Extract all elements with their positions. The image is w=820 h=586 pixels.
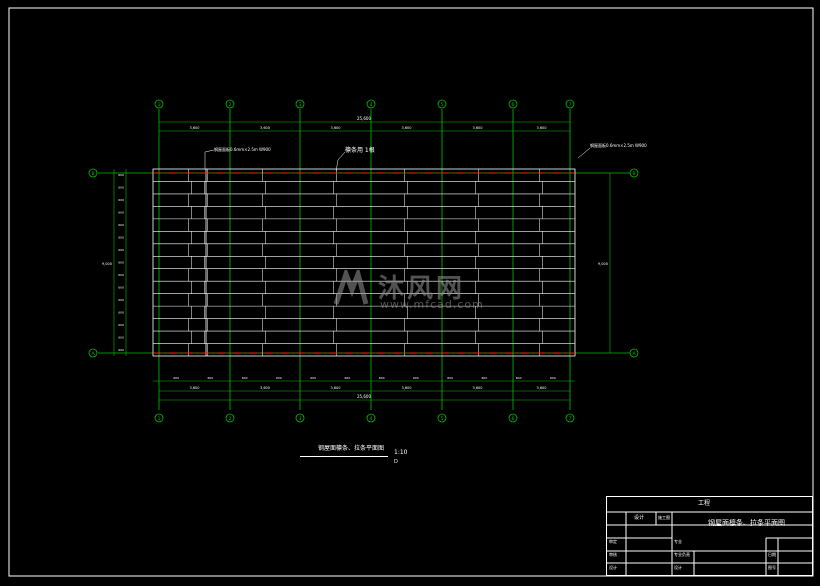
dim-text-bottom-sub: 3,600 (401, 386, 411, 390)
grid-number-top: 2 (229, 102, 232, 108)
dim-text-bottom-sub: 3,600 (472, 386, 482, 390)
tb-sheet-label: 图号 (768, 565, 776, 570)
dim-text-top-seg: 3,600 (189, 126, 199, 130)
grid-number-top: 3 (299, 102, 302, 108)
dim-text-left-span: 9,000 (102, 262, 112, 266)
dim-text-right-span: 9,000 (598, 262, 608, 266)
grid-number-bottom: 2 (229, 416, 232, 422)
plan-sub: D (394, 459, 398, 465)
dim-text-left-row: 600 (118, 323, 124, 327)
dim-text-left-row: 600 (118, 186, 124, 190)
tb-design-org: 设计 (634, 515, 645, 521)
annotation-right: 钢屋面板0.6mm×2.5m W900 (590, 143, 647, 148)
annotation-center: 檩条用 1根 (345, 147, 375, 154)
tb-row-1-right: 专业 (674, 539, 682, 544)
tb-phase: 施工图 (658, 515, 670, 520)
dim-text-left-row: 600 (118, 348, 124, 352)
title-block: 工程 设计 施工图 钢屋面檩条、拉条平面图 审定 专业 审核 专业负责 设计 设… (606, 496, 813, 576)
dim-text-left-row: 600 (118, 198, 124, 202)
dim-text-left-row: 600 (118, 173, 124, 177)
dim-text-left-row: 600 (118, 236, 124, 240)
cad-drawing: 11223344556677B BA A 25,6003,600 3,600 3,600… (8, 7, 814, 577)
plan-scale: 1:10 (394, 449, 408, 456)
grid-number-bottom: 5 (441, 416, 444, 422)
dim-text-left-row: 600 (118, 223, 124, 227)
tb-row-3-left: 设计 (609, 565, 617, 570)
dim-text-bottom-sub: 3,600 (189, 386, 199, 390)
dim-text-bottom-fine: 600 (242, 376, 248, 380)
grid-number-bottom: 1 (158, 416, 161, 422)
tb-row-2-right: 专业负责 (674, 552, 690, 557)
grid-number-bottom: 3 (299, 416, 302, 422)
plan-title-underline (300, 456, 388, 457)
grid-number-bottom: 6 (512, 416, 515, 422)
grid-number-top: 7 (569, 102, 572, 108)
leader-center (337, 151, 346, 161)
dim-text-top-seg: 3,600 (401, 126, 411, 130)
tb-row-1-left: 审定 (609, 539, 617, 544)
dim-text-top-seg: 3,600 (330, 126, 340, 130)
dim-text-bottom-fine: 600 (276, 376, 282, 380)
roof-outline (152, 168, 576, 357)
dim-text-left-row: 600 (118, 298, 124, 302)
plan-title: 钢屋面檩条、拉条平面图 (318, 445, 385, 452)
dim-text-bottom-fine: 600 (379, 376, 385, 380)
dim-text-bottom-fine: 600 (345, 376, 351, 380)
dim-text-bottom-sub: 3,600 (260, 386, 270, 390)
dim-text-bottom-fine: 600 (516, 376, 522, 380)
grid-row-label-left: B (91, 171, 94, 177)
grid-row-label-right: B (632, 171, 635, 177)
dim-text-bottom-sub: 3,600 (330, 386, 340, 390)
grid-number-top: 6 (512, 102, 515, 108)
grid-number-top: 4 (370, 102, 373, 108)
dim-text-bottom-fine: 600 (413, 376, 419, 380)
leader-left (204, 149, 215, 153)
dim-text-left-row: 600 (118, 335, 124, 339)
dim-text-left-row: 600 (118, 211, 124, 215)
dim-text-bottom-fine: 600 (208, 376, 214, 380)
roof-plan (152, 168, 576, 357)
tb-row-2-left: 审核 (609, 552, 617, 557)
grid-number-top: 1 (158, 102, 161, 108)
dim-text-bottom-fine: 600 (482, 376, 488, 380)
dim-text-top-total: 25,600 (357, 116, 371, 121)
dim-text-left-row: 600 (118, 261, 124, 265)
dim-text-bottom-fine: 600 (310, 376, 316, 380)
title-block-lines (606, 496, 813, 576)
dim-text-bottom-sub: 3,600 (536, 386, 546, 390)
dim-text-bottom-fine: 600 (550, 376, 556, 380)
tb-date-label: 日期 (768, 552, 776, 557)
tb-drawing-name: 钢屋面檩条、拉条平面图 (708, 519, 785, 527)
dim-text-bottom-fine: 600 (447, 376, 453, 380)
grid-number-bottom: 4 (370, 416, 373, 422)
grid-number-top: 5 (441, 102, 444, 108)
tb-header: 工程 (698, 500, 711, 507)
dim-text-bottom-fine: 600 (173, 376, 179, 380)
leader-right (577, 147, 591, 159)
cad-viewport: 11223344556677BBAA 25,600 3,600 3,600 3,600… (0, 0, 820, 582)
dim-text-left-row: 600 (118, 248, 124, 252)
annotation-left: 钢屋面板0.6mm×2.5m W900 (214, 147, 271, 152)
dim-text-top-seg: 3,600 (536, 126, 546, 130)
dim-text-left-row: 600 (118, 310, 124, 314)
dim-text-left-row: 600 (118, 273, 124, 277)
dim-text-left-row: 600 (118, 285, 124, 289)
dimension-layer: 25,600 3,600 3,600 3,600 3,600 3,600 3,600 600 6… (102, 116, 611, 401)
grid-number-bottom: 7 (569, 416, 572, 422)
tb-row-3-right: 设计 (674, 565, 682, 570)
dim-text-bottom-total: 25,600 (357, 394, 371, 399)
dim-text-top-seg: 3,600 (260, 126, 270, 130)
dim-text-top-seg: 3,600 (472, 126, 482, 130)
drawing-frame (8, 7, 814, 577)
